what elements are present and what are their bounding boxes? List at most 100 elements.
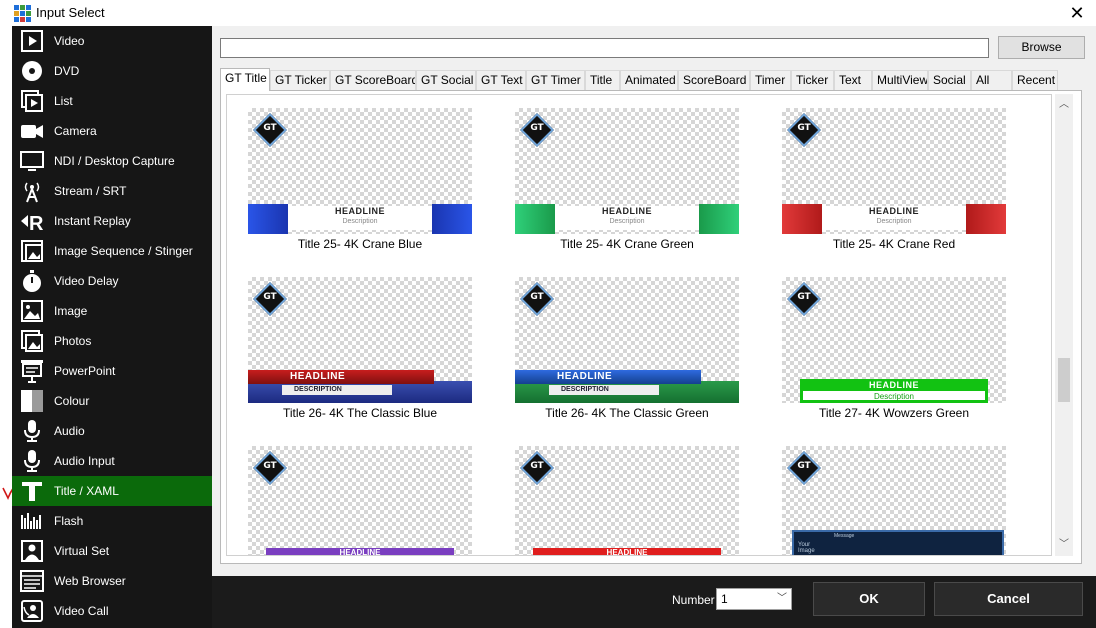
vertical-scrollbar[interactable]: ︿ ﹀ bbox=[1055, 94, 1073, 556]
image-sequence-icon bbox=[21, 240, 43, 262]
number-label: Number bbox=[672, 593, 715, 607]
template-tile[interactable]: Message Your Image GT bbox=[782, 446, 1008, 555]
template-tile[interactable]: HEADLINE DESCRIPTION GT Title 26- 4K The Cl… bbox=[248, 277, 474, 420]
lower-third: HEADLINE Description bbox=[515, 204, 739, 234]
template-tile[interactable]: HEADLINE Description GT Title 27- 4K Wowzer… bbox=[782, 277, 1008, 420]
presentation-icon bbox=[21, 360, 43, 383]
template-tile[interactable]: HEADLINE Description GT Title 25- 4K Crane … bbox=[515, 108, 741, 251]
close-icon[interactable]: ✕ bbox=[1066, 2, 1088, 24]
path-input[interactable] bbox=[220, 38, 989, 58]
sidebar-item-label: Image Sequence / Stinger bbox=[54, 244, 193, 258]
sidebar-item-colour[interactable]: Colour bbox=[12, 386, 212, 416]
headline-bar: HEADLINE bbox=[266, 548, 454, 555]
sidebar-item-audio[interactable]: Audio bbox=[12, 416, 212, 446]
tab-timer[interactable]: Timer bbox=[750, 70, 791, 90]
sidebar-item-flash[interactable]: Flash bbox=[12, 506, 212, 536]
tab-recent[interactable]: Recent bbox=[1012, 70, 1058, 90]
antenna-icon bbox=[24, 182, 40, 203]
tab-gt-title[interactable]: GT Title bbox=[220, 68, 270, 91]
template-tile[interactable]: HEADLINE DESCRIPTION GT Title 26- 4K The Cl… bbox=[515, 277, 741, 420]
tab-animated[interactable]: Animated bbox=[620, 70, 678, 90]
template-caption: Title 25- 4K Crane Blue bbox=[297, 237, 423, 251]
gt-logo-text: GT bbox=[797, 461, 811, 471]
headline-bar: HEADLINE bbox=[800, 379, 988, 391]
sidebar-item-camera[interactable]: Camera bbox=[12, 116, 212, 146]
template-thumbnail: HEADLINE Description GT bbox=[515, 108, 739, 234]
ok-button[interactable]: OK bbox=[813, 582, 925, 616]
sidebar-item-virtual-set[interactable]: Virtual Set bbox=[12, 536, 212, 566]
template-tile[interactable]: HEADLINE Description GT Title 25- 4K Crane … bbox=[782, 108, 1008, 251]
number-select[interactable]: 1 ﹀ bbox=[716, 588, 792, 610]
tab-strip: GT Title GT Ticker GT ScoreBoard GT Social G… bbox=[220, 68, 1080, 91]
headline-text: HEADLINE bbox=[334, 206, 385, 216]
sidebar-item-label: DVD bbox=[54, 64, 80, 78]
sidebar-item-image-sequence-stinger[interactable]: Image Sequence / Stinger bbox=[12, 236, 212, 266]
tab-gt-timer[interactable]: GT Timer bbox=[526, 70, 585, 90]
video-call-icon bbox=[21, 600, 43, 622]
sidebar-item-web-browser[interactable]: Web Browser bbox=[12, 566, 212, 596]
window-title: Input Select bbox=[36, 5, 105, 20]
scroll-down-icon[interactable]: ﹀ bbox=[1055, 536, 1073, 554]
tab-gt-ticker[interactable]: GT Ticker bbox=[270, 70, 330, 90]
template-tile[interactable]: HEADLINE GT bbox=[248, 446, 474, 555]
stopwatch-icon bbox=[23, 270, 41, 292]
tab-multiview[interactable]: MultiView bbox=[872, 70, 928, 90]
main-panel: Browse GT Title GT Ticker GT ScoreBoard GT … bbox=[212, 26, 1096, 576]
tab-title[interactable]: Title bbox=[585, 70, 620, 90]
browse-button[interactable]: Browse bbox=[998, 36, 1085, 59]
tab-gt-social[interactable]: GT Social bbox=[416, 70, 476, 90]
template-thumbnail: HEADLINE DESCRIPTION GT bbox=[248, 277, 472, 403]
sidebar-item-photos[interactable]: Photos bbox=[12, 326, 212, 356]
sidebar-item-ndi-desktop-capture[interactable]: NDI / Desktop Capture bbox=[12, 146, 212, 176]
replay-icon: R bbox=[21, 213, 44, 233]
sidebar-item-label: List bbox=[54, 94, 73, 108]
scroll-up-icon[interactable]: ︿ bbox=[1055, 96, 1073, 114]
template-thumbnail: Message Your Image GT bbox=[782, 446, 1006, 555]
sidebar-item-image[interactable]: Image bbox=[12, 296, 212, 326]
colour-icon bbox=[21, 390, 43, 412]
tab-social[interactable]: Social bbox=[928, 70, 971, 90]
tab-gt-text[interactable]: GT Text bbox=[476, 70, 526, 90]
scroll-thumb[interactable] bbox=[1058, 358, 1070, 402]
tab-scoreboard[interactable]: ScoreBoard bbox=[678, 70, 750, 90]
cancel-button[interactable]: Cancel bbox=[934, 582, 1083, 616]
sidebar-item-video[interactable]: Video bbox=[12, 26, 212, 56]
input-type-sidebar: Video DVD List Camera NDI / Desktop Capture S… bbox=[12, 26, 212, 628]
sidebar-item-instant-replay[interactable]: R Instant Replay bbox=[12, 206, 212, 236]
sidebar-item-title-xaml[interactable]: Title / XAML bbox=[12, 476, 212, 506]
description-text: Description bbox=[876, 218, 912, 225]
virtual-set-icon bbox=[21, 540, 43, 562]
gt-logo-text: GT bbox=[530, 292, 544, 302]
sidebar-item-audio-input[interactable]: Audio Input bbox=[12, 446, 212, 476]
description-text: Description bbox=[873, 392, 914, 401]
audio-input-icon bbox=[24, 450, 40, 472]
tab-all[interactable]: All bbox=[971, 70, 1012, 90]
tab-gt-scoreboard[interactable]: GT ScoreBoard bbox=[330, 70, 416, 90]
template-tile[interactable]: HEADLINE GT bbox=[515, 446, 741, 555]
template-tile[interactable]: HEADLINE Description GT Title 25- 4K Crane … bbox=[248, 108, 474, 251]
gt-logo-text: GT bbox=[263, 123, 277, 133]
sidebar-item-label: PowerPoint bbox=[54, 364, 116, 378]
sidebar-item-label: Title / XAML bbox=[54, 484, 119, 498]
sidebar-item-video-delay[interactable]: Video Delay bbox=[12, 266, 212, 296]
headline-text: HEADLINE bbox=[601, 206, 652, 216]
gt-logo-text: GT bbox=[263, 292, 277, 302]
template-caption: Title 25- 4K Crane Green bbox=[560, 237, 694, 251]
web-browser-icon bbox=[20, 570, 44, 592]
sidebar-item-powerpoint[interactable]: PowerPoint bbox=[12, 356, 212, 386]
sidebar-item-label: Colour bbox=[54, 394, 90, 408]
template-caption: Title 26- 4K The Classic Blue bbox=[282, 406, 438, 420]
sidebar-item-stream-srt[interactable]: Stream / SRT bbox=[12, 176, 212, 206]
gt-logo-text: GT bbox=[530, 123, 544, 133]
tab-text[interactable]: Text bbox=[834, 70, 872, 90]
sidebar-item-video-call[interactable]: Video Call bbox=[12, 596, 212, 626]
number-value: 1 bbox=[721, 592, 728, 606]
bottom-bar: Number 1 ﹀ OK Cancel bbox=[212, 576, 1096, 628]
template-thumbnail: HEADLINE DESCRIPTION GT bbox=[515, 277, 739, 403]
sidebar-item-dvd[interactable]: DVD bbox=[12, 56, 212, 86]
monitor-icon bbox=[20, 151, 44, 171]
tab-ticker[interactable]: Ticker bbox=[791, 70, 834, 90]
sidebar-item-list[interactable]: List bbox=[12, 86, 212, 116]
sidebar-item-label: Image bbox=[54, 304, 88, 318]
template-browser: HEADLINE Description GT Title 25- 4K Crane … bbox=[220, 90, 1082, 564]
